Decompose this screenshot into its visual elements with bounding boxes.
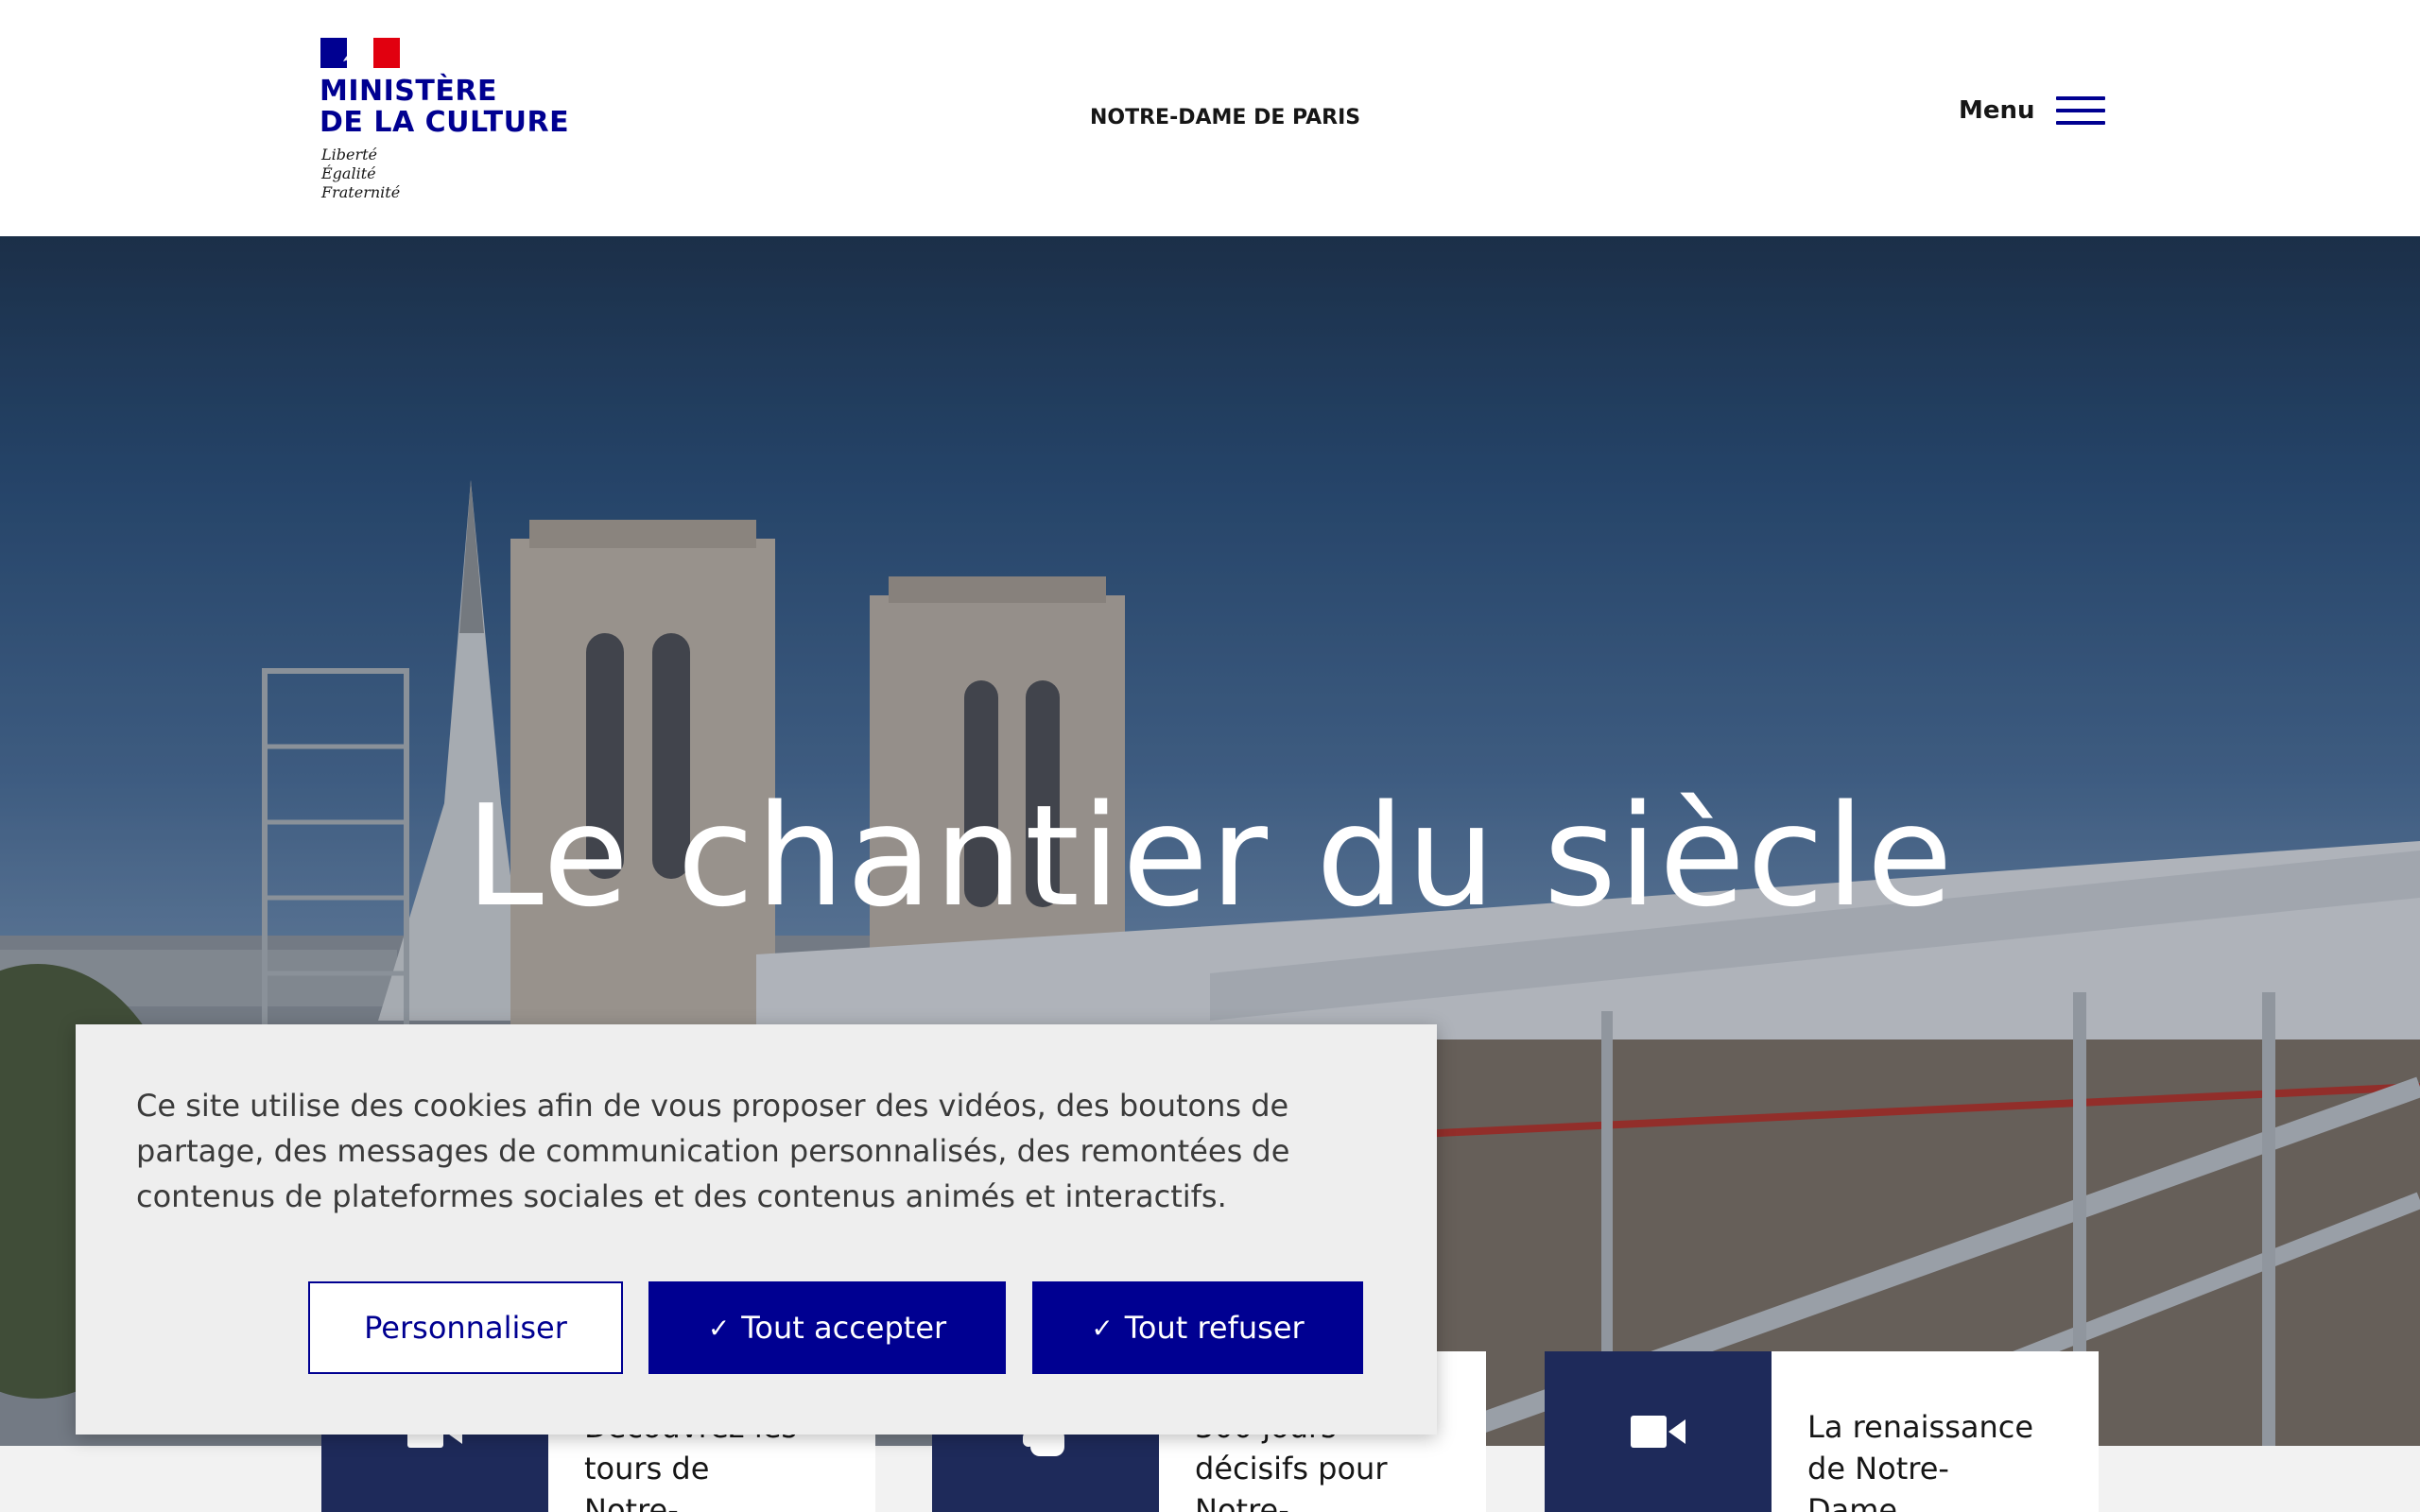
refuse-label: Tout refuser bbox=[1124, 1310, 1305, 1346]
hero-title: Le chantier du siècle bbox=[465, 775, 1955, 937]
refuse-all-cookies-button[interactable]: ✓ Tout refuser bbox=[1032, 1281, 1363, 1374]
site-title-link[interactable]: NOTRE-DAME DE PARIS bbox=[1090, 106, 1360, 129]
card-label: La renaissance de Notre-Dame... bbox=[1807, 1409, 2034, 1512]
marianne-profile-icon bbox=[343, 46, 366, 61]
ministere-culture-logo[interactable]: MINISTÈRE DE LA CULTURE Liberté Égalité … bbox=[320, 38, 570, 208]
cookie-message: Ce site utilise des cookies afin de vous… bbox=[136, 1088, 1290, 1214]
menu-button[interactable]: Menu bbox=[1959, 96, 2105, 125]
logo-title: MINISTÈRE DE LA CULTURE bbox=[320, 75, 570, 139]
card-renaissance[interactable]: La renaissance de Notre-Dame... bbox=[1545, 1351, 2099, 1512]
accept-label: Tout accepter bbox=[741, 1310, 947, 1346]
video-camera-icon bbox=[1545, 1351, 1772, 1512]
check-icon: ✓ bbox=[1091, 1312, 1114, 1344]
logo-title-line2: DE LA CULTURE bbox=[320, 106, 570, 139]
motto-line3: Fraternité bbox=[321, 183, 401, 201]
marianne-flag-icon bbox=[320, 38, 400, 68]
hamburger-icon bbox=[2055, 96, 2105, 125]
accept-all-cookies-button[interactable]: ✓ Tout accepter bbox=[648, 1281, 1006, 1374]
republic-motto: Liberté Égalité Fraternité bbox=[321, 146, 400, 202]
check-icon: ✓ bbox=[707, 1312, 731, 1344]
motto-line2: Égalité bbox=[321, 164, 376, 182]
site-header: MINISTÈRE DE LA CULTURE Liberté Égalité … bbox=[0, 0, 2420, 236]
customize-cookies-button[interactable]: Personnaliser bbox=[308, 1281, 623, 1374]
motto-line1: Liberté bbox=[321, 146, 377, 163]
menu-label: Menu bbox=[1959, 96, 2035, 125]
cookie-consent-banner: Ce site utilise des cookies afin de vous… bbox=[76, 1024, 1437, 1435]
logo-title-line1: MINISTÈRE bbox=[320, 75, 497, 108]
